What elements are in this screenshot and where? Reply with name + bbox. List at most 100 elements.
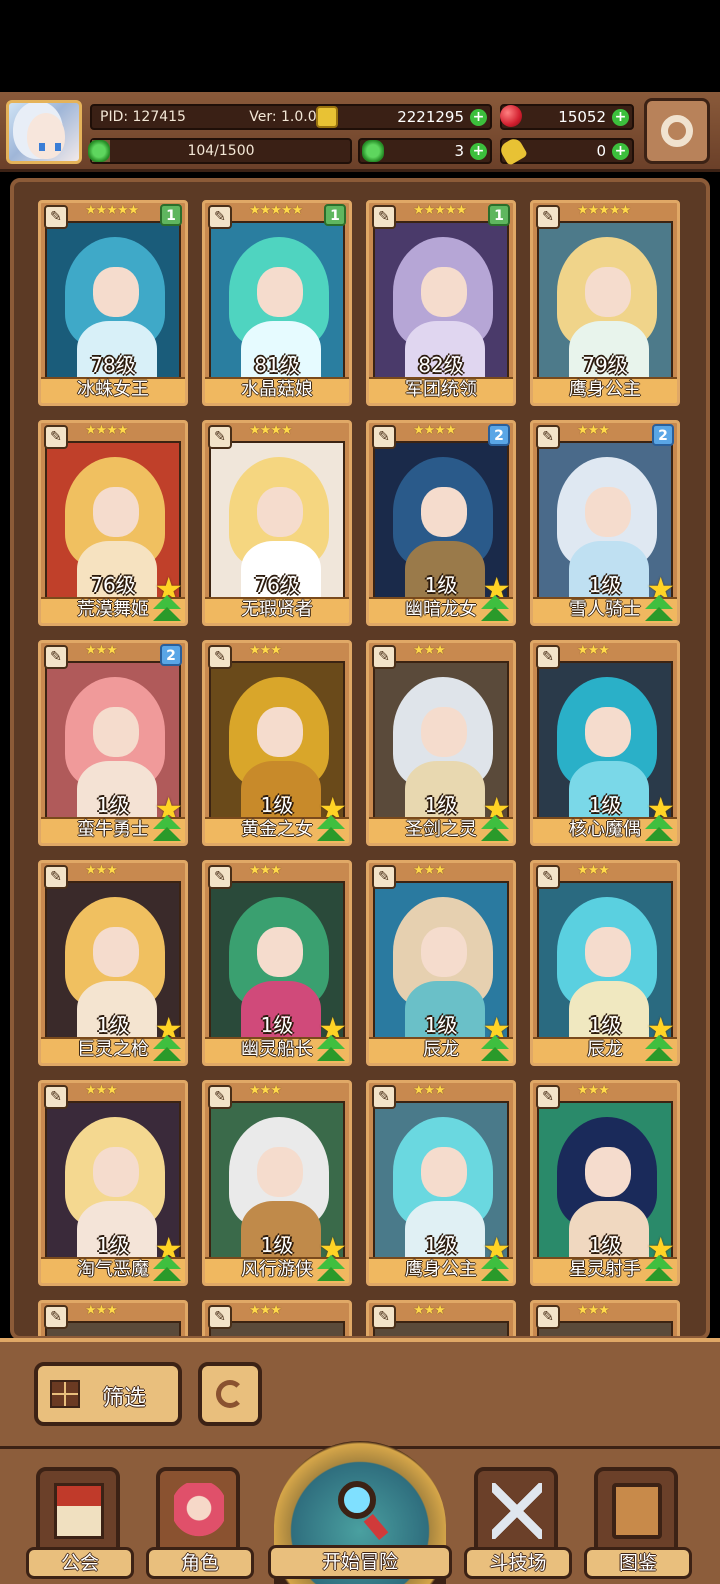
reset-filter-button[interactable] [198, 1362, 262, 1426]
hero-card[interactable]: ✎ ★★★ 2 1级 ★ 雪人骑士 [530, 420, 680, 626]
class-icon: ✎ [208, 1085, 232, 1109]
hero-card-partial[interactable]: ✎ ★★★ [202, 1300, 352, 1336]
hero-card[interactable]: ✎ ★★★ 1级 ★ 风行游侠 [202, 1080, 352, 1286]
rarity-stars: ★★★ [85, 643, 118, 658]
filter-label: 筛选 [102, 1386, 147, 1411]
class-icon: ✎ [372, 865, 396, 889]
level-up-arrow-icon [645, 595, 673, 623]
magnifier-icon [338, 1481, 376, 1519]
hero-face [93, 927, 139, 977]
filter-button[interactable]: 筛选 [34, 1362, 182, 1426]
hero-face [93, 1147, 139, 1197]
hero-face [257, 1147, 303, 1197]
hero-card[interactable]: ✎ ★★★★★ 1 81级 水晶菇娘 [202, 200, 352, 406]
hero-face [585, 707, 631, 757]
rarity-stars: ★★★ [413, 1083, 446, 1098]
level-up-arrow-icon [317, 815, 345, 843]
hero-card[interactable]: ✎ ★★★ 2 1级 ★ 蛮牛勇士 [38, 640, 188, 846]
rarity-stars: ★★★ [413, 863, 446, 878]
nav-adventure[interactable]: 开始冒险 [268, 1441, 452, 1584]
awaken-badge: 1 [488, 204, 510, 226]
rarity-stars: ★★★★★ [249, 203, 303, 218]
rarity-stars: ★★★ [85, 1303, 118, 1318]
hero-face [585, 487, 631, 537]
hero-level: 82级 [418, 353, 464, 377]
nav-codex-label: 图鉴 [584, 1547, 692, 1579]
hero-card[interactable]: ✎ ★★★ 1级 ★ 圣剑之灵 [366, 640, 516, 846]
hero-card-partial[interactable]: ✎ ★★★ [530, 1300, 680, 1336]
rarity-stars: ★★★ [85, 1083, 118, 1098]
rarity-stars: ★★★ [577, 863, 610, 878]
class-icon: ✎ [44, 1305, 68, 1329]
hero-card[interactable]: ✎ ★★★ 1级 ★ 辰龙 [530, 860, 680, 1066]
hero-level: 79级 [582, 353, 628, 377]
class-icon: ✎ [372, 1305, 396, 1329]
nav-arena[interactable]: 斗技场 [464, 1467, 572, 1579]
crossed-swords-icon [492, 1483, 542, 1539]
hero-card[interactable]: ✎ ★★★ 1级 ★ 黄金之女 [202, 640, 352, 846]
hero-card[interactable]: ✎ ★★★ 1级 ★ 星灵射手 [530, 1080, 680, 1286]
player-avatar[interactable] [6, 100, 82, 164]
rarity-stars: ★★★★★ [577, 203, 631, 218]
player-info: PID: 127415 Ver: 1.0.0.9 [90, 104, 340, 130]
hero-level: 81级 [254, 353, 300, 377]
hero-card[interactable]: ✎ ★★★ 1级 ★ 核心魔偶 [530, 640, 680, 846]
hero-card-partial[interactable]: ✎ ★★★ [366, 1300, 516, 1336]
exp-clover-icon [88, 140, 110, 162]
hero-list-panel[interactable]: ✎ ★★★★★ 1 78级 冰蛛女王 ✎ ★★★★★ 1 81级 水晶菇娘 ✎ … [10, 178, 710, 1340]
hero-level: 78级 [90, 353, 136, 377]
class-icon: ✎ [536, 865, 560, 889]
add-gem-button[interactable]: + [612, 109, 629, 126]
hero-card[interactable]: ✎ ★★★★ 2 1级 ★ 幽暗龙女 [366, 420, 516, 626]
hero-card[interactable]: ✎ ★★★★★ 1 82级 军团统领 [366, 200, 516, 406]
hero-card[interactable]: ✎ ★★★★ 76级 无瑕贤者 [202, 420, 352, 626]
hero-card[interactable]: ✎ ★★★ 1级 ★ 淘气恶魔 [38, 1080, 188, 1286]
rarity-stars: ★★★★★ [85, 203, 139, 218]
hero-card[interactable]: ✎ ★★★★★ 1 78级 冰蛛女王 [38, 200, 188, 406]
add-clover-button[interactable]: + [470, 143, 487, 160]
rarity-stars: ★★★ [413, 643, 446, 658]
hero-name: 无瑕贤者 [205, 597, 349, 623]
add-key-button[interactable]: + [612, 143, 629, 160]
hero-face [257, 267, 303, 317]
nav-hero[interactable]: 角色 [146, 1467, 254, 1579]
nav-arena-label: 斗技场 [464, 1547, 572, 1579]
filter-bar: 筛选 [0, 1338, 720, 1446]
hero-name: 鹰身公主 [533, 377, 677, 403]
nav-codex[interactable]: 图鉴 [584, 1467, 692, 1579]
awaken-badge: 2 [160, 644, 182, 666]
hero-face [93, 707, 139, 757]
rarity-stars: ★★★ [249, 1083, 282, 1098]
hero-face [421, 707, 467, 757]
settings-button[interactable] [644, 98, 710, 164]
hero-card[interactable]: ✎ ★★★ 1级 ★ 辰龙 [366, 860, 516, 1066]
rarity-stars: ★★★★ [85, 423, 129, 438]
level-up-arrow-icon [481, 815, 509, 843]
rarity-stars: ★★★ [413, 1303, 446, 1318]
nav-guild[interactable]: 公会 [26, 1467, 134, 1579]
avatar-face [27, 113, 65, 159]
ruby-gem-icon [500, 105, 522, 127]
class-icon: ✎ [536, 1305, 560, 1329]
hero-face [93, 267, 139, 317]
class-icon: ✎ [44, 865, 68, 889]
hero-card[interactable]: ✎ ★★★★ 76级 ★ 荒漠舞姬 [38, 420, 188, 626]
hero-name: 水晶菇娘 [205, 377, 349, 403]
hero-card[interactable]: ✎ ★★★ 1级 ★ 巨灵之枪 [38, 860, 188, 1066]
hero-card[interactable]: ✎ ★★★ 1级 ★ 幽灵船长 [202, 860, 352, 1066]
hero-card[interactable]: ✎ ★★★ 1级 ★ 鹰身公主 [366, 1080, 516, 1286]
exp-text: 104/1500 [187, 143, 255, 159]
rarity-stars: ★★★★★ [413, 203, 467, 218]
class-icon: ✎ [208, 1305, 232, 1329]
level-up-arrow-icon [317, 1035, 345, 1063]
level-up-arrow-icon [153, 595, 181, 623]
level-up-arrow-icon [481, 1035, 509, 1063]
hero-card-partial[interactable]: ✎ ★★★ [38, 1300, 188, 1336]
class-icon: ✎ [536, 205, 560, 229]
rarity-stars: ★★★★ [413, 423, 457, 438]
level-up-arrow-icon [153, 1035, 181, 1063]
hero-card[interactable]: ✎ ★★★★★ 79级 鹰身公主 [530, 200, 680, 406]
add-gold-button[interactable]: + [470, 109, 487, 126]
class-icon: ✎ [44, 205, 68, 229]
gear-icon [661, 115, 693, 147]
